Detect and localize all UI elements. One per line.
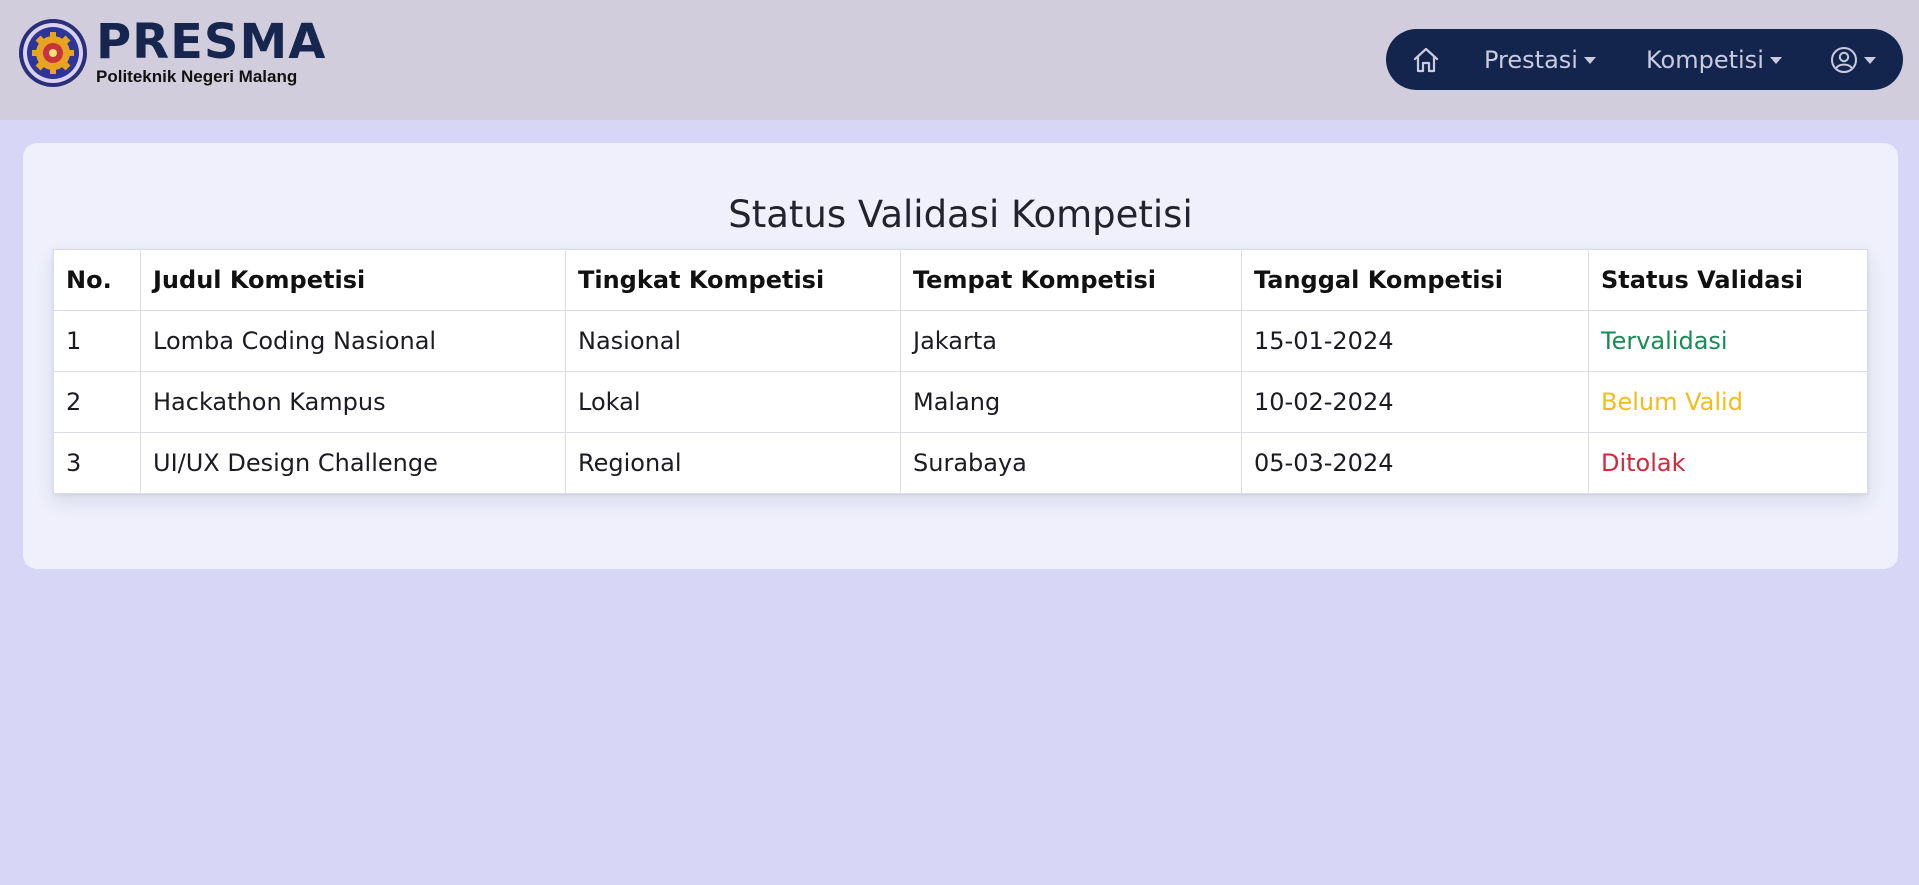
- cell-tempat: Surabaya: [900, 432, 1242, 494]
- cell-no: 3: [53, 432, 141, 494]
- table-row: 1 Lomba Coding Nasional Nasional Jakarta…: [53, 310, 1868, 372]
- profile-dropdown[interactable]: [1830, 29, 1876, 90]
- page-title: Status Validasi Kompetisi: [728, 193, 1193, 236]
- home-icon[interactable]: [1410, 44, 1442, 76]
- brand-subtitle: Politeknik Negeri Malang: [96, 67, 298, 86]
- cell-tingkat: Lokal: [565, 371, 901, 433]
- nav-prestasi-dropdown[interactable]: Prestasi: [1484, 29, 1596, 90]
- validation-table-container: No. Judul Kompetisi Tingkat Kompetisi Te…: [53, 249, 1868, 494]
- cell-tanggal: 05-03-2024: [1241, 432, 1589, 494]
- cell-judul: Hackathon Kampus: [140, 371, 566, 433]
- table-row: 2 Hackathon Kampus Lokal Malang 10-02-20…: [53, 371, 1868, 433]
- content-card: Status Validasi Kompetisi No. Judul Komp…: [23, 143, 1898, 569]
- cell-tingkat: Regional: [565, 432, 901, 494]
- cell-tempat: Jakarta: [900, 310, 1242, 372]
- caret-down-icon: [1864, 57, 1876, 64]
- cell-no: 2: [53, 371, 141, 433]
- header-tanggal: Tanggal Kompetisi: [1241, 249, 1589, 311]
- brand-title: PRESMA: [96, 14, 327, 70]
- status-badge: Belum Valid: [1588, 371, 1868, 433]
- table-header-row: No. Judul Kompetisi Tingkat Kompetisi Te…: [53, 249, 1868, 311]
- caret-down-icon: [1769, 57, 1782, 64]
- caret-down-icon: [1583, 57, 1596, 64]
- cell-tingkat: Nasional: [565, 310, 901, 372]
- header-status: Status Validasi: [1588, 249, 1868, 311]
- status-badge: Ditolak: [1588, 432, 1868, 494]
- header-tingkat: Tingkat Kompetisi: [565, 249, 901, 311]
- top-header: PRESMA Politeknik Negeri Malang Prestasi…: [0, 0, 1919, 120]
- cell-tempat: Malang: [900, 371, 1242, 433]
- user-circle-icon: [1831, 46, 1857, 73]
- table-row: 3 UI/UX Design Challenge Regional Suraba…: [53, 432, 1868, 494]
- header-judul: Judul Kompetisi: [140, 249, 566, 311]
- nav-kompetisi-label: Kompetisi: [1646, 45, 1764, 74]
- cell-tanggal: 15-01-2024: [1241, 310, 1589, 372]
- nav-prestasi-label: Prestasi: [1484, 45, 1578, 74]
- cell-no: 1: [53, 310, 141, 372]
- cell-tanggal: 10-02-2024: [1241, 371, 1589, 433]
- polinema-logo-icon: [19, 19, 87, 87]
- nav-kompetisi-dropdown[interactable]: Kompetisi: [1646, 29, 1782, 90]
- cell-judul: UI/UX Design Challenge: [140, 432, 566, 494]
- validation-table: No. Judul Kompetisi Tingkat Kompetisi Te…: [53, 249, 1868, 494]
- header-tempat: Tempat Kompetisi: [900, 249, 1242, 311]
- main-navigation: Prestasi Kompetisi: [1386, 29, 1903, 90]
- header-no: No.: [53, 249, 141, 311]
- brand[interactable]: PRESMA Politeknik Negeri Malang: [18, 18, 326, 88]
- status-badge: Tervalidasi: [1588, 310, 1868, 372]
- cell-judul: Lomba Coding Nasional: [140, 310, 566, 372]
